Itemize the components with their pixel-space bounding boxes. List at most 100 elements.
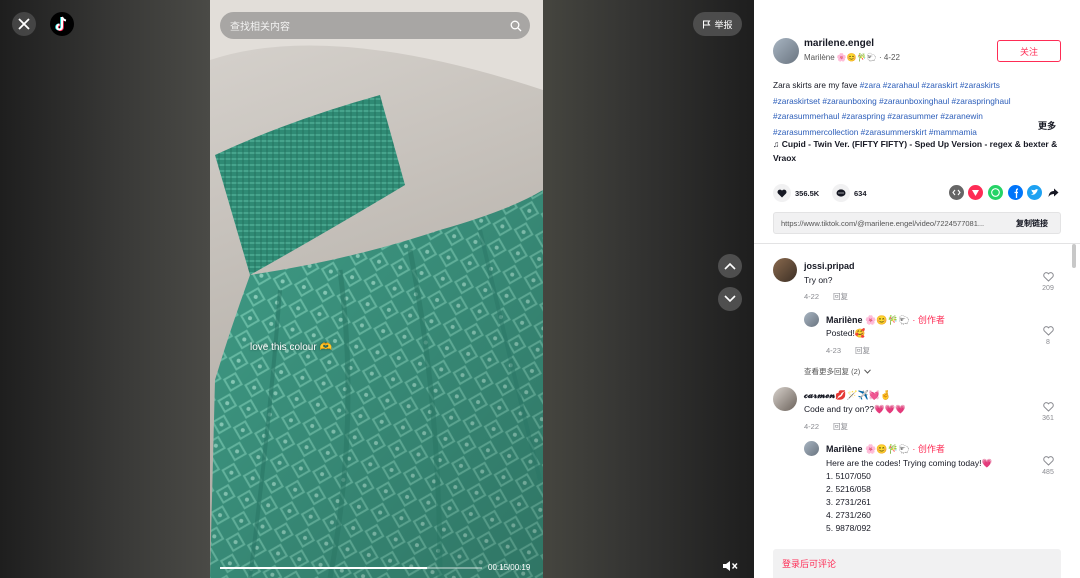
reply-avatar[interactable] bbox=[804, 312, 819, 327]
author-avatar[interactable] bbox=[773, 38, 799, 64]
whatsapp-icon bbox=[991, 188, 1000, 197]
report-label: 举报 bbox=[714, 19, 733, 30]
description-text: Zara skirts are my fave bbox=[773, 80, 858, 90]
reply-like-button[interactable]: 8 bbox=[1036, 326, 1060, 346]
reply-username[interactable]: Marilène 🌸😊🎋🐑 bbox=[826, 444, 910, 454]
reply-username-row: Marilène 🌸😊🎋🐑 · 创作者 bbox=[826, 442, 945, 455]
like-button[interactable] bbox=[773, 184, 791, 202]
hashtag-link[interactable]: #zarasummerhaul bbox=[773, 111, 839, 121]
hashtag-link[interactable]: #zaraunboxinghaul bbox=[879, 96, 949, 106]
close-button[interactable] bbox=[12, 12, 36, 36]
reply-meta: 4-23 回复 bbox=[826, 345, 870, 356]
post-date: 4-22 bbox=[883, 53, 900, 62]
share-arrow-icon bbox=[1048, 188, 1059, 197]
whatsapp-share-button[interactable] bbox=[988, 185, 1003, 200]
video-link-box: https://www.tiktok.com/@marilene.engel/v… bbox=[773, 212, 1061, 234]
hashtag-link[interactable]: #zarasummer bbox=[887, 111, 938, 121]
search-input[interactable]: 查找相关内容 bbox=[230, 18, 510, 33]
facebook-share-button[interactable] bbox=[1008, 185, 1023, 200]
send-icon bbox=[972, 190, 979, 196]
view-more-replies-button[interactable]: 查看更多回复 (2) bbox=[804, 366, 872, 377]
more-button[interactable]: 更多 bbox=[1038, 119, 1056, 132]
reply-username-row: Marilène 🌸😊🎋🐑 · 创作者 bbox=[826, 313, 945, 326]
heart-outline-icon bbox=[1042, 402, 1054, 412]
reply-button[interactable]: 回复 bbox=[855, 346, 870, 355]
code-icon bbox=[952, 189, 961, 196]
heart-outline-icon bbox=[1042, 272, 1054, 282]
code-line: 2. 5216/058 bbox=[826, 484, 871, 494]
tiktok-logo[interactable] bbox=[50, 12, 74, 36]
video-url[interactable]: https://www.tiktok.com/@marilene.engel/v… bbox=[774, 219, 1004, 228]
tiktok-icon bbox=[55, 16, 67, 32]
code-line: 1. 5107/050 bbox=[826, 471, 871, 481]
hashtag-link[interactable]: #zaraspringhaul bbox=[952, 96, 1011, 106]
commenter-avatar[interactable] bbox=[773, 387, 797, 411]
flag-icon bbox=[703, 20, 711, 28]
comment-username[interactable]: jossi.pripad bbox=[804, 261, 855, 271]
reply-like-count: 8 bbox=[1046, 339, 1050, 346]
comment-text: Try on? bbox=[804, 275, 833, 285]
video-player[interactable]: 查找相关内容 举报 love this colour 🫶 00:15/00:19 bbox=[0, 0, 754, 578]
comment-like-button[interactable]: 209 bbox=[1036, 272, 1060, 292]
time-readout: 00:15/00:19 bbox=[488, 563, 531, 572]
reply-button[interactable]: 回复 bbox=[833, 292, 848, 301]
creator-badge: · 创作者 bbox=[912, 444, 945, 454]
hashtag-link[interactable]: #zaraskirts bbox=[960, 80, 1000, 90]
music-track[interactable]: ♫ Cupid - Twin Ver. (FIFTY FIFTY) - Sped… bbox=[773, 138, 1063, 165]
hashtag-link[interactable]: #zaraskirtset bbox=[773, 96, 820, 106]
search-bar[interactable]: 查找相关内容 bbox=[220, 12, 530, 39]
next-video-button[interactable] bbox=[718, 287, 742, 311]
scrollbar[interactable] bbox=[1072, 244, 1076, 268]
author-meta: Marilène 🌸😊🎋🐑 · 4-22 bbox=[804, 53, 900, 62]
code-line: 4. 2731/260 bbox=[826, 510, 871, 520]
twitter-icon bbox=[1031, 189, 1039, 195]
comment-like-count: 361 bbox=[1042, 415, 1054, 422]
reply-button[interactable]: 回复 bbox=[833, 422, 848, 431]
comment-input-bar[interactable]: 登录后可评论 bbox=[773, 549, 1061, 578]
comment-count: 634 bbox=[854, 189, 867, 198]
previous-video-button[interactable] bbox=[718, 254, 742, 278]
comment-like-button[interactable]: 361 bbox=[1036, 402, 1060, 422]
copy-link-button[interactable]: 复制链接 bbox=[1004, 218, 1060, 229]
comment-username[interactable]: 𝓬𝓪𝓻𝓶𝓮𝓷💋🪄✈️💓🤞 bbox=[804, 390, 891, 401]
comment-button[interactable] bbox=[832, 184, 850, 202]
commenter-avatar[interactable] bbox=[773, 258, 797, 282]
twitter-share-button[interactable] bbox=[1027, 185, 1042, 200]
video-description: Zara skirts are my fave #zara #zarahaul … bbox=[773, 78, 1043, 140]
progress-bar[interactable] bbox=[220, 567, 482, 569]
author-username[interactable]: marilene.engel bbox=[804, 38, 874, 49]
mute-button[interactable] bbox=[718, 556, 742, 576]
heart-outline-icon bbox=[1042, 326, 1054, 336]
reply-like-button[interactable]: 485 bbox=[1036, 456, 1060, 476]
search-icon[interactable] bbox=[510, 20, 522, 32]
hashtag-link[interactable]: #zaraspring bbox=[842, 111, 885, 121]
login-to-comment-button[interactable]: 登录后可评论 bbox=[782, 557, 836, 570]
report-button[interactable]: 举报 bbox=[693, 12, 742, 36]
comment-list[interactable]: jossi.pripad Try on? 4-22 回复 209 Marilène… bbox=[754, 244, 1080, 544]
heart-outline-icon bbox=[1042, 456, 1054, 466]
hashtag-link[interactable]: #zarasummercollection bbox=[773, 127, 858, 137]
hashtag-link[interactable]: #mammamia bbox=[929, 127, 977, 137]
reply-date: 4-23 bbox=[826, 346, 842, 355]
more-share-button[interactable] bbox=[1046, 185, 1061, 200]
video-frame[interactable] bbox=[210, 0, 543, 578]
hashtag-link[interactable]: #zara bbox=[860, 80, 881, 90]
code-line: 3. 2731/261 bbox=[826, 497, 871, 507]
hashtag-link[interactable]: #zarahaul bbox=[883, 80, 919, 90]
hashtag-link[interactable]: #zaraunboxing bbox=[822, 96, 876, 106]
follow-button[interactable]: 关注 bbox=[997, 40, 1061, 62]
reply-avatar[interactable] bbox=[804, 441, 819, 456]
hashtag-link[interactable]: #zaraskirt bbox=[922, 80, 958, 90]
hashtag-link[interactable]: #zarasummerskirt bbox=[861, 127, 927, 137]
chevron-down-icon bbox=[724, 295, 736, 303]
hashtag-link[interactable]: #zaranewin bbox=[940, 111, 982, 121]
embed-share-button[interactable] bbox=[949, 185, 964, 200]
progress-fill bbox=[220, 567, 427, 569]
reply-username[interactable]: Marilène 🌸😊🎋🐑 bbox=[826, 315, 910, 325]
author-display-name: Marilène 🌸😊🎋🐑 bbox=[804, 53, 877, 62]
view-more-label: 查看更多回复 (2) bbox=[804, 367, 861, 376]
creator-badge: · 创作者 bbox=[912, 315, 945, 325]
comment-text: Code and try on??💗💗💗 bbox=[804, 404, 906, 414]
send-to-friends-button[interactable] bbox=[968, 185, 983, 200]
dress-image bbox=[210, 0, 543, 578]
